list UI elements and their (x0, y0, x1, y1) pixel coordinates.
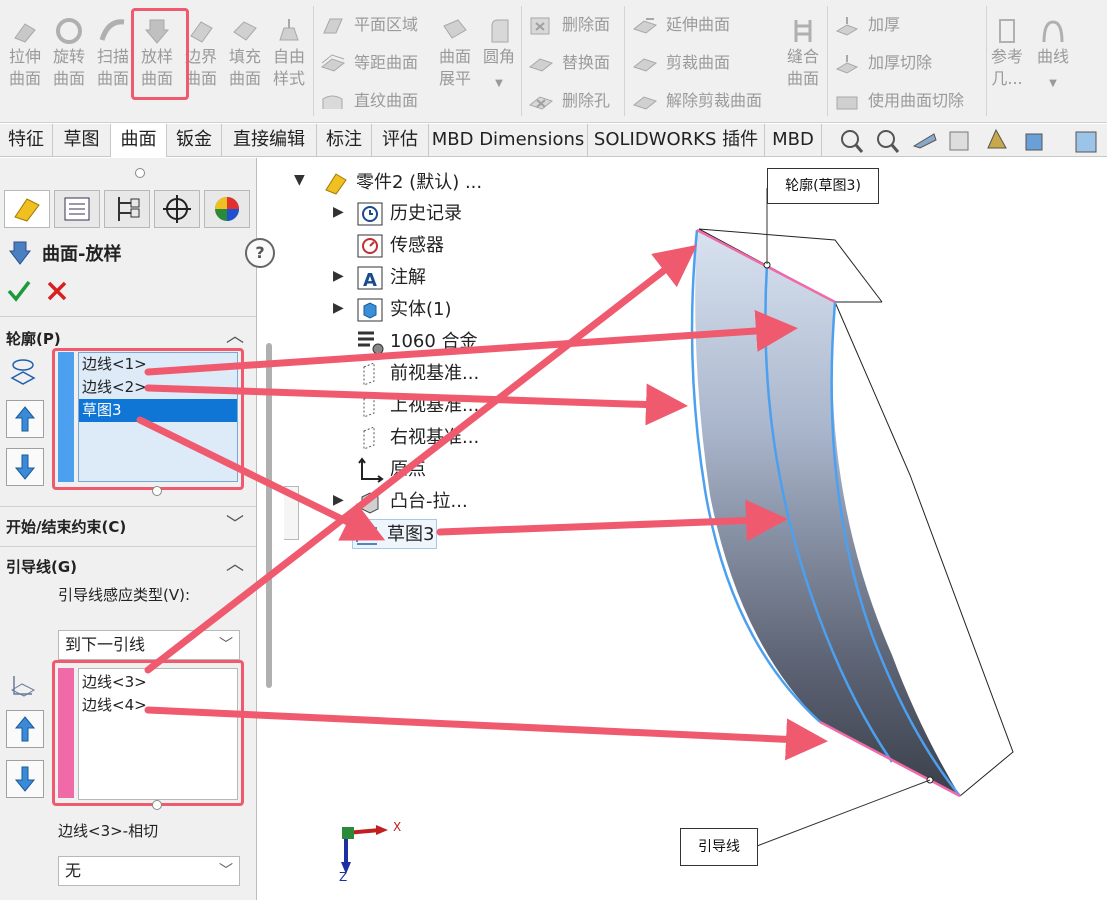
annotation-arrow (136, 416, 386, 541)
graphics-area (136, 188, 1014, 874)
annotation-arrow (144, 706, 828, 761)
annotation-arrow (144, 383, 688, 426)
annotation-arrows (136, 244, 828, 761)
profile-callout[interactable]: 轮廓(草图3) (767, 168, 879, 204)
annotation-arrow (144, 309, 798, 376)
loft-surface-preview (695, 230, 960, 796)
axis-label-z: Z (339, 870, 348, 884)
axis-label-x: X (393, 820, 402, 834)
guide-callout[interactable]: 引导线 (680, 828, 758, 866)
guide-callout-leader (756, 779, 931, 847)
view-triad (341, 825, 388, 874)
